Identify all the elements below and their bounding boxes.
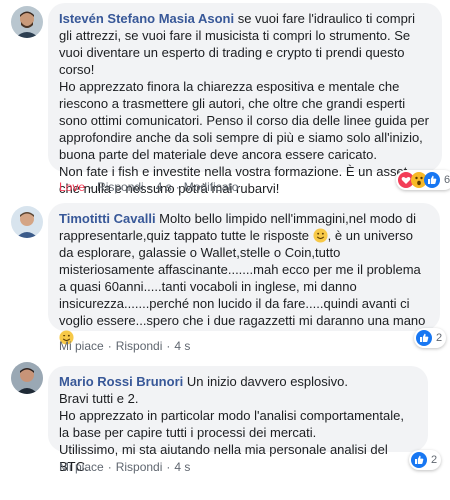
separator-dot: · — [107, 339, 112, 353]
avatar-photo-icon — [11, 6, 43, 38]
separator-dot: · — [166, 339, 171, 353]
comment-actions: Love · Rispondi · 4 s · Modificato — [59, 180, 238, 194]
separator-dot: · — [166, 460, 171, 474]
edited-label[interactable]: Modificato — [184, 180, 239, 194]
reply-button[interactable]: Rispondi — [116, 460, 163, 474]
like-button[interactable]: Mi piace — [59, 460, 104, 474]
comment-author[interactable]: Mario Rossi Brunori — [59, 374, 183, 389]
reaction-summary[interactable]: 2 — [409, 450, 442, 470]
comment-bubble: Istevén Stefano Masia Asoni se vuoi fare… — [48, 3, 442, 196]
comment-text-continued: , è un universo da esplorare, galassie o… — [59, 228, 426, 328]
comment-bubble: Timotitti Cavalli Molto bello limpido ne… — [48, 203, 440, 345]
comment-text: Un inizio davvero esplosivo. Bravi tutti… — [59, 374, 404, 474]
reaction-count: 2 — [436, 332, 443, 344]
smile-emoji-icon — [313, 228, 328, 243]
separator-dot: · — [89, 180, 94, 194]
timestamp[interactable]: 4 s — [174, 460, 190, 474]
avatar-photo-icon — [11, 206, 43, 238]
timestamp[interactable]: 4 s — [174, 339, 190, 353]
reply-button[interactable]: Rispondi — [97, 180, 144, 194]
reaction-count: 6 — [444, 174, 450, 186]
avatar[interactable] — [11, 206, 43, 238]
avatar-photo-icon — [11, 362, 43, 394]
like-button[interactable]: Mi piace — [59, 339, 104, 353]
separator-dot: · — [175, 180, 180, 194]
comment-text: se vuoi fare l'idraulico ti compri gli a… — [59, 11, 429, 196]
comment-author[interactable]: Istevén Stefano Masia Asoni — [59, 11, 234, 26]
avatar[interactable] — [11, 362, 43, 394]
like-reaction-icon — [424, 172, 440, 188]
reaction-summary[interactable]: 6 — [396, 170, 450, 190]
separator-dot: · — [147, 180, 152, 194]
reply-button[interactable]: Rispondi — [116, 339, 163, 353]
comment-actions: Mi piace · Rispondi · 4 s — [59, 460, 190, 474]
comment-bubble: Mario Rossi Brunori Un inizio davvero es… — [48, 366, 428, 474]
comment-author[interactable]: Timotitti Cavalli — [59, 211, 156, 226]
like-button[interactable]: Love — [59, 180, 85, 194]
comment-actions: Mi piace · Rispondi · 4 s — [59, 339, 190, 353]
reaction-summary[interactable]: 2 — [414, 328, 447, 348]
like-reaction-icon — [411, 452, 427, 468]
like-reaction-icon — [416, 330, 432, 346]
timestamp[interactable]: 4 s — [156, 180, 172, 194]
separator-dot: · — [107, 460, 112, 474]
reaction-count: 2 — [431, 454, 438, 466]
avatar[interactable] — [11, 6, 43, 38]
